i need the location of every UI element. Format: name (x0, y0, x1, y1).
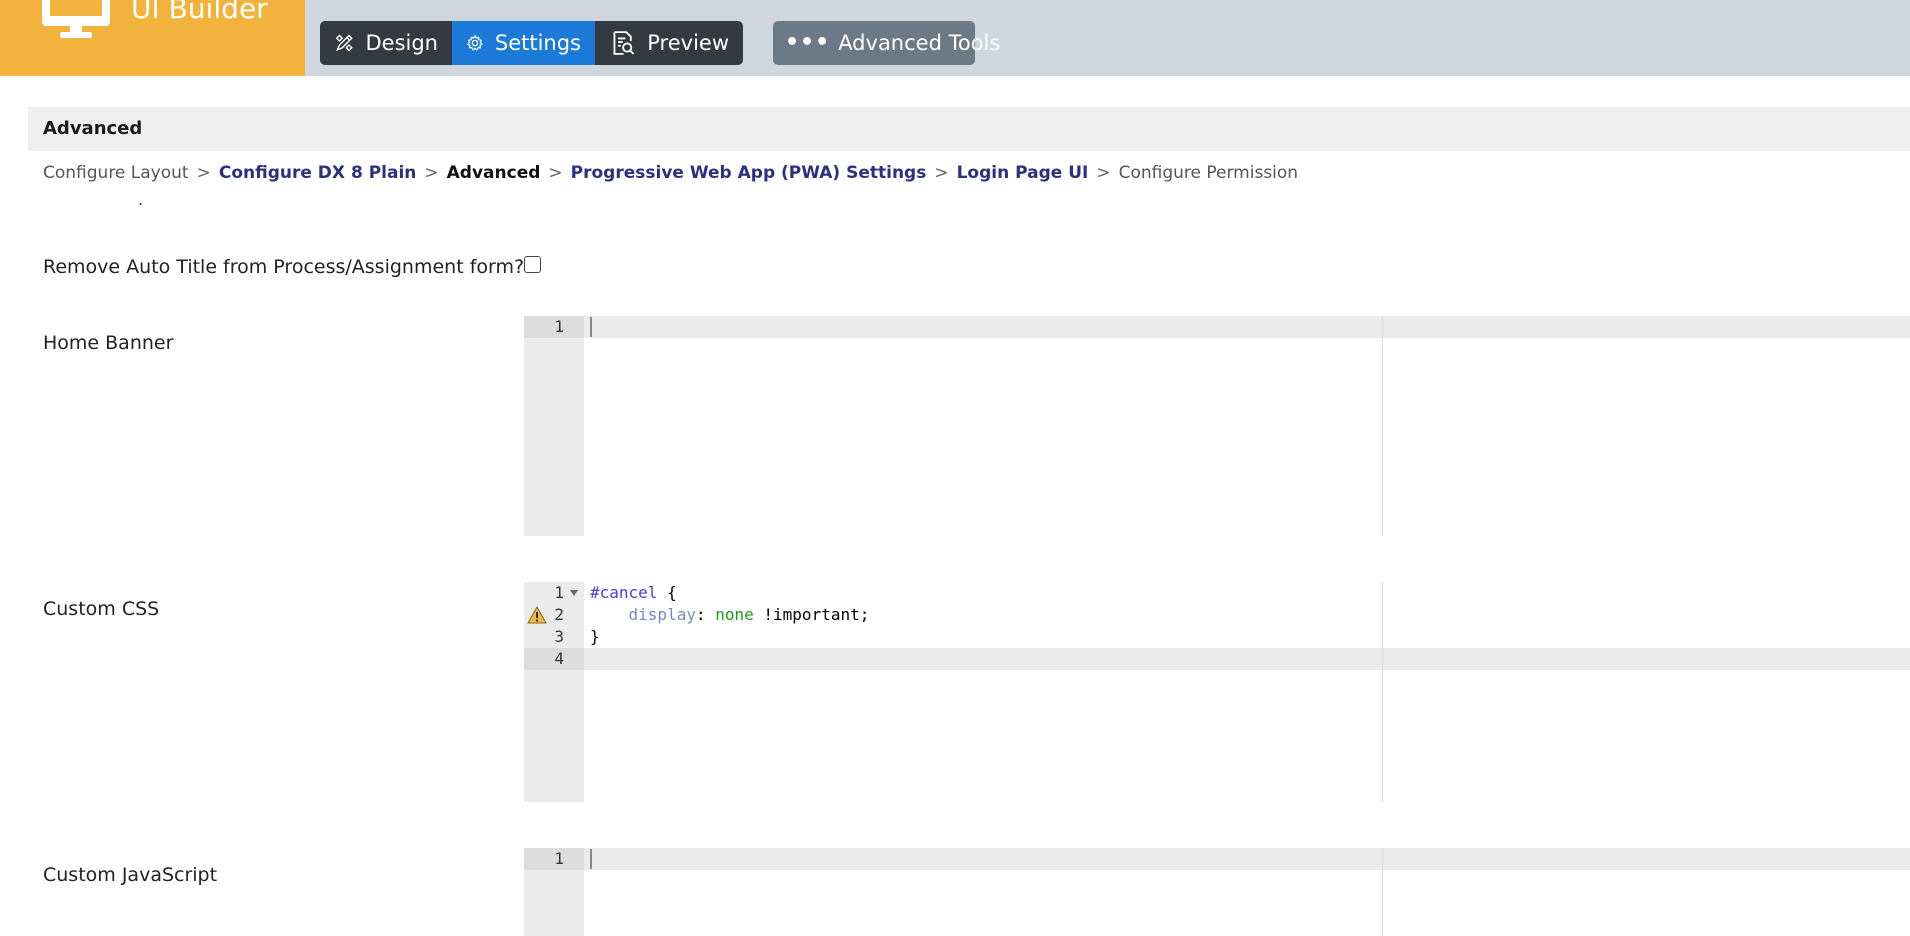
line-number: 1 (554, 849, 564, 868)
active-line (524, 848, 1910, 870)
breadcrumb-item-pwa-settings[interactable]: Progressive Web App (PWA) Settings (571, 163, 927, 183)
brand: UI Builder (0, 0, 305, 76)
home-banner-editor[interactable]: 1 (524, 316, 1910, 536)
code-line: display: none !important; (590, 604, 870, 626)
settings-mode-button[interactable]: Settings (452, 21, 595, 65)
preview-mode-label: Preview (647, 31, 729, 55)
more-dots-icon: ••• (785, 30, 831, 55)
code-line: } (590, 627, 600, 646)
custom-css-editor[interactable]: 1 2 3 4 #cancel { display: none !importa… (524, 582, 1910, 802)
top-bar: UI Builder Design Settings Preview ••• A… (0, 0, 1910, 76)
breadcrumb-item-configure-dx8-plain[interactable]: Configure DX 8 Plain (219, 163, 417, 183)
remove-auto-title-label: Remove Auto Title from Process/Assignmen… (43, 256, 525, 278)
text-cursor (590, 317, 592, 337)
line-number: 1 (554, 583, 564, 602)
custom-javascript-editor[interactable]: 1 (524, 848, 1910, 936)
remove-auto-title-checkbox[interactable] (524, 256, 541, 273)
css-colon: : (695, 605, 716, 624)
css-brace: { (657, 583, 677, 602)
breadcrumb-item-configure-layout[interactable]: Configure Layout (43, 163, 189, 183)
css-selector: #cancel (590, 583, 658, 602)
design-mode-label: Design (365, 31, 438, 55)
line-number: 1 (554, 317, 564, 336)
breadcrumb-separator: > (934, 163, 949, 183)
stray-text: . (138, 190, 144, 209)
breadcrumb-item-configure-permission[interactable]: Configure Permission (1119, 163, 1299, 183)
advanced-tools-button[interactable]: ••• Advanced Tools (773, 21, 1000, 65)
css-important: !important; (753, 605, 870, 624)
line-number: 4 (554, 649, 564, 668)
fold-arrow-icon[interactable] (570, 590, 578, 596)
custom-css-label: Custom CSS (43, 598, 160, 620)
design-mode-button[interactable]: Design (320, 21, 452, 65)
preview-mode-button[interactable]: Preview (595, 21, 743, 65)
print-margin (1382, 582, 1383, 802)
breadcrumb-separator: > (1096, 163, 1111, 183)
breadcrumb-item-login-page-ui[interactable]: Login Page UI (957, 163, 1089, 183)
editor-gutter (524, 316, 584, 536)
monitor-icon (42, 0, 110, 38)
active-line (524, 316, 1910, 338)
custom-javascript-label: Custom JavaScript (43, 864, 218, 886)
mode-switcher: Design Settings Preview (320, 21, 743, 65)
gear-icon (466, 34, 484, 51)
home-banner-label: Home Banner (43, 332, 174, 354)
app-title: UI Builder (131, 0, 268, 25)
warning-triangle-icon[interactable] (527, 606, 547, 624)
advanced-tools-label: Advanced Tools (838, 31, 1001, 55)
breadcrumb-separator: > (196, 163, 211, 183)
settings-mode-label: Settings (494, 31, 581, 55)
breadcrumb-item-advanced: Advanced (446, 163, 541, 183)
text-cursor (590, 849, 592, 869)
preview-document-icon (613, 31, 635, 55)
design-tools-icon (335, 34, 353, 52)
breadcrumb: Configure Layout > Configure DX 8 Plain … (43, 163, 1298, 183)
code-line: #cancel { (590, 582, 677, 604)
print-margin (1382, 316, 1383, 536)
breadcrumb-separator: > (548, 163, 563, 183)
css-indent (590, 605, 629, 624)
css-property: display (628, 605, 696, 624)
section-title: Advanced (28, 107, 1910, 151)
css-value: none (715, 605, 754, 624)
breadcrumb-separator: > (424, 163, 439, 183)
line-number: 3 (554, 627, 564, 646)
active-line (524, 648, 1910, 670)
print-margin (1382, 848, 1383, 936)
